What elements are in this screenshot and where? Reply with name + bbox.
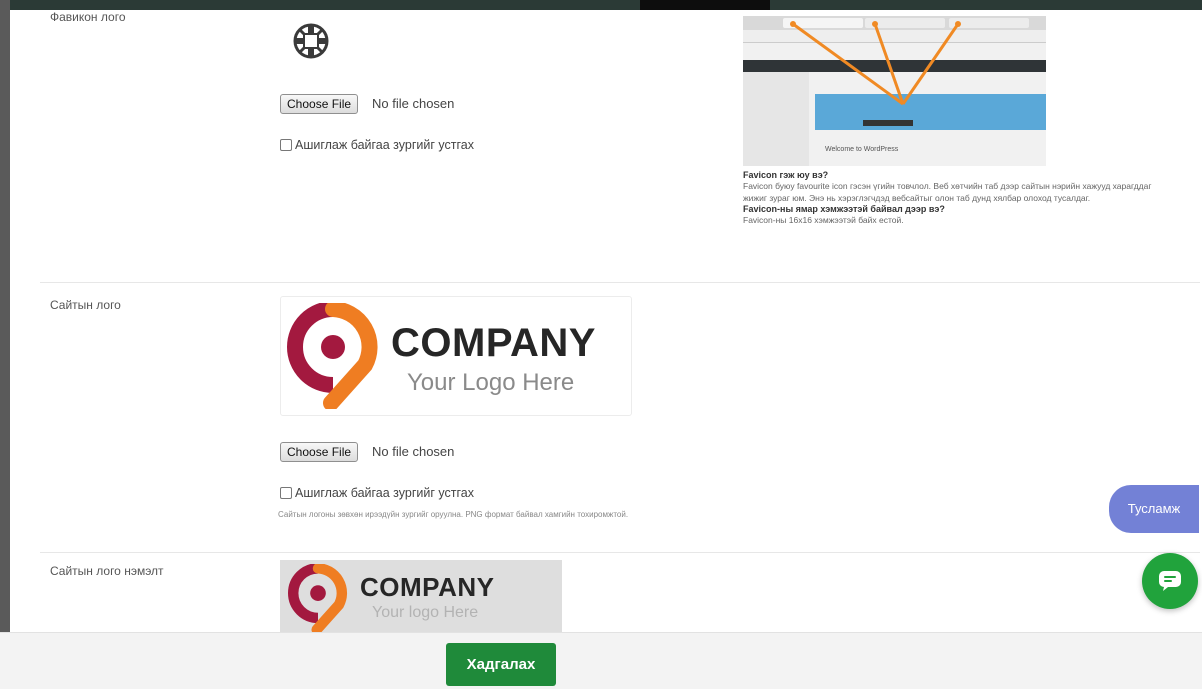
chat-icon xyxy=(1159,571,1181,591)
help-button[interactable]: Тусламж xyxy=(1109,485,1199,533)
site-logo-delete-checkbox[interactable]: Ашиглаж байгаа зургийг устгах xyxy=(280,486,474,500)
row-divider xyxy=(40,552,1200,553)
bottom-action-bar xyxy=(0,632,1202,689)
favicon-help-text: Favicon гэж юу вэ? Favicon буюу favourit… xyxy=(743,170,1163,226)
logo-extra-tagline-text: Your logo Here xyxy=(372,604,479,621)
save-button[interactable]: Хадгалах xyxy=(446,643,556,686)
preview-arrows xyxy=(790,21,961,106)
favicon-delete-checkbox-label: Ашиглаж байгаа зургийг устгах xyxy=(295,138,474,152)
favicon-no-file-text: No file chosen xyxy=(372,96,455,111)
favicon-help-title-1: Favicon гэж юу вэ? xyxy=(743,170,829,180)
site-logo-label: Сайтын лого xyxy=(50,298,121,312)
site-logo-extra-label: Сайтын лого нэмэлт xyxy=(50,564,164,578)
chat-button[interactable] xyxy=(1142,553,1198,609)
site-logo-delete-checkbox-box[interactable] xyxy=(280,487,292,499)
logo-extra-pin-icon xyxy=(288,564,348,632)
favicon-delete-checkbox-box[interactable] xyxy=(280,139,292,151)
site-logo-extra-preview: COMPANY Your logo Here xyxy=(280,560,562,632)
favicon-delete-checkbox[interactable]: Ашиглаж байгаа зургийг устгах xyxy=(280,138,474,152)
site-logo-preview: COMPANY Your Logo Here xyxy=(280,296,632,416)
favicon-help-title-2: Favicon-ны ямар хэмжээтэй байвал дээр вэ… xyxy=(743,204,945,214)
left-edge-bar xyxy=(0,0,10,632)
top-header-bar xyxy=(0,0,1202,10)
favicon-help-body-2: Favicon-ны 16х16 хэмжээтэй байх естой. xyxy=(743,215,904,225)
favicon-choose-file-button[interactable]: Choose File xyxy=(280,94,359,114)
row-divider xyxy=(40,282,1200,283)
site-logo-delete-checkbox-label: Ашиглаж байгаа зургийг устгах xyxy=(295,486,474,500)
favicon-help-body-1: Favicon буюу favourite icon гэсэн үгийн … xyxy=(743,181,1152,203)
logo-pin-icon xyxy=(287,303,378,409)
site-logo-no-file-text: No file chosen xyxy=(372,444,455,459)
settings-panel: Фавикон лого Choose File No file chosen … xyxy=(10,10,1202,632)
favicon-example-screenshot: Welcome to WordPress xyxy=(743,16,1046,166)
favicon-label: Фавикон лого xyxy=(50,10,126,24)
logo-extra-company-text: COMPANY xyxy=(360,572,495,602)
logo-company-text: COMPANY xyxy=(391,321,596,365)
site-logo-hint: Сайтын логоны зөвхөн ирээдүйн зургийг ор… xyxy=(278,510,629,519)
logo-tagline-text: Your Logo Here xyxy=(407,369,575,396)
site-logo-choose-file-button[interactable]: Choose File xyxy=(280,442,359,462)
favicon-image xyxy=(290,20,332,62)
